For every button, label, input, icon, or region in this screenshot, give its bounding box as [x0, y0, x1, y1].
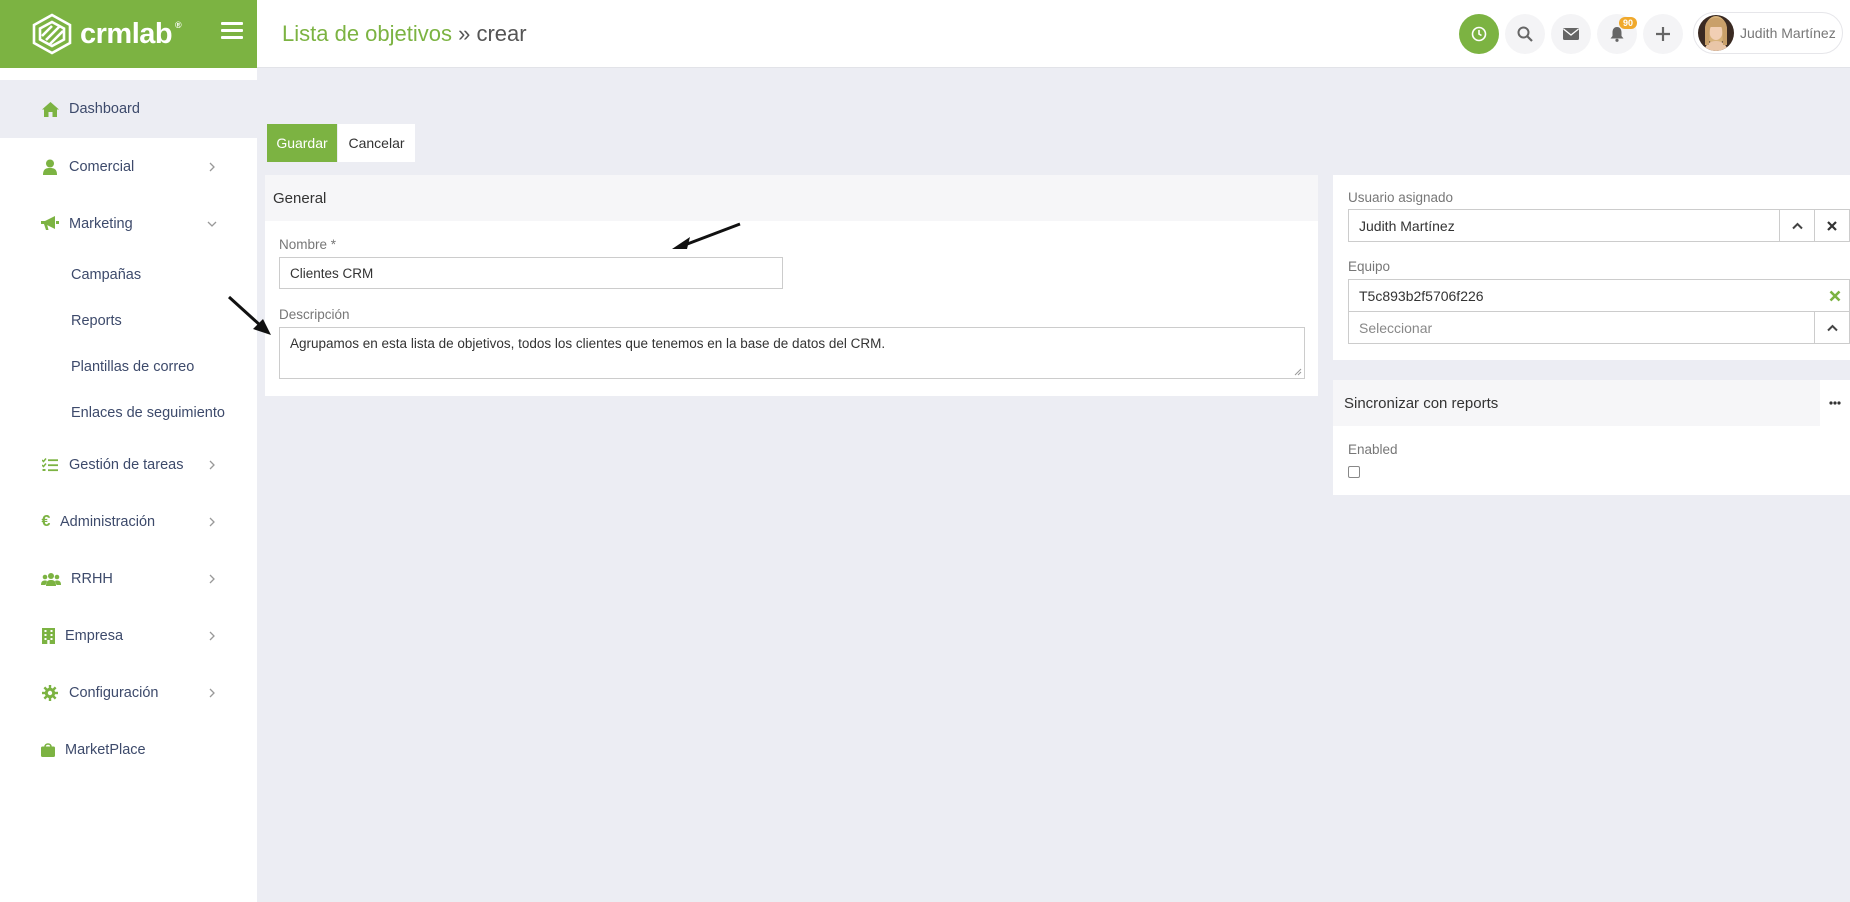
sidebar-item-rrhh[interactable]: RRHH	[0, 550, 257, 607]
mail-icon	[1563, 28, 1579, 40]
sidebar-item-label: RRHH	[71, 570, 113, 587]
resize-grip-icon[interactable]	[1294, 368, 1302, 376]
enabled-label: Enabled	[1348, 442, 1398, 457]
sidebar-item-label: Dashboard	[69, 101, 140, 117]
mail-button[interactable]	[1551, 14, 1591, 54]
add-button[interactable]	[1643, 14, 1683, 54]
sidebar-subitem-enlaces[interactable]: Enlaces de seguimiento	[0, 390, 257, 436]
sidebar-subitem-reports[interactable]: Reports	[0, 298, 257, 344]
general-panel: General Nombre * Clientes CRM Descripció…	[265, 175, 1318, 396]
sidebar-item-empresa[interactable]: Empresa	[0, 607, 257, 664]
close-icon	[1827, 220, 1837, 231]
sidebar-item-comercial[interactable]: Comercial	[0, 138, 257, 195]
menu-toggle-icon[interactable]	[221, 22, 243, 40]
description-label: Descripción	[279, 307, 350, 322]
assigned-user-clear-button[interactable]	[1814, 210, 1849, 241]
assigned-user-label: Usuario asignado	[1348, 190, 1454, 205]
chevron-right-icon	[209, 574, 215, 583]
sidebar-item-label: Configuración	[69, 684, 159, 701]
sidebar-item-gestion-tareas[interactable]: Gestión de tareas	[0, 436, 257, 493]
description-text: Agrupamos en esta lista de objetivos, to…	[290, 336, 886, 351]
assigned-user-select[interactable]: Judith Martínez	[1348, 209, 1850, 242]
team-placeholder: Seleccionar	[1359, 319, 1433, 336]
sidebar-item-dashboard[interactable]: Dashboard	[0, 80, 257, 138]
avatar	[1698, 15, 1734, 51]
team-label: Equipo	[1348, 259, 1391, 274]
team-expand-button[interactable]	[1814, 312, 1849, 343]
team-tag: T5c893b2f5706f226	[1348, 279, 1850, 312]
sidebar-item-label: Administración	[60, 513, 156, 530]
brand-name: crmlab ®	[80, 17, 182, 50]
user-menu[interactable]: Judith Martínez	[1693, 12, 1843, 54]
user-name: Judith Martínez	[1740, 25, 1836, 41]
page-title: Lista de objetivos » crear	[282, 21, 527, 47]
description-textarea[interactable]: Agrupamos en esta lista de objetivos, to…	[279, 327, 1305, 379]
name-label: Nombre *	[279, 237, 337, 252]
team-select[interactable]: Seleccionar	[1348, 311, 1850, 344]
top-header: Lista de objetivos » crear 90 Judith Mar…	[257, 0, 1850, 68]
sync-panel: Sincronizar con reports Enabled	[1333, 380, 1850, 495]
chevron-right-icon	[209, 162, 215, 171]
general-heading: General	[265, 175, 1318, 221]
sidebar-item-configuracion[interactable]: Configuración	[0, 664, 257, 721]
megaphone-icon	[41, 215, 59, 233]
chevron-right-icon	[209, 460, 215, 469]
chevron-right-icon	[209, 517, 215, 526]
user-icon	[41, 158, 59, 176]
assignment-panel: Usuario asignado Judith Martínez Equipo …	[1333, 175, 1850, 360]
notifications-button[interactable]: 90	[1597, 14, 1638, 54]
breadcrumb-link[interactable]: Lista de objetivos	[282, 21, 452, 46]
clock-button[interactable]	[1459, 14, 1499, 54]
enabled-checkbox[interactable]	[1348, 466, 1360, 478]
sidebar-item-label: Marketing	[69, 215, 133, 232]
clock-icon	[1471, 26, 1487, 42]
chevron-up-icon	[1791, 222, 1803, 229]
chevron-right-icon	[209, 688, 215, 697]
team-value: T5c893b2f5706f226	[1359, 288, 1484, 304]
sidebar-item-marketing[interactable]: Marketing	[0, 195, 257, 252]
save-button[interactable]: Guardar	[267, 124, 337, 162]
tasks-icon	[41, 456, 59, 474]
sync-heading: Sincronizar con reports	[1333, 380, 1850, 426]
breadcrumb-current: » crear	[452, 21, 527, 46]
chevron-right-icon	[209, 631, 215, 640]
annotation-arrow-icon	[227, 295, 271, 335]
search-icon	[1517, 26, 1533, 42]
sidebar-item-label: Gestión de tareas	[69, 456, 184, 473]
users-icon	[41, 570, 61, 588]
building-icon	[41, 627, 55, 645]
search-button[interactable]	[1505, 14, 1545, 54]
logo-bar: crmlab ®	[0, 0, 257, 68]
cancel-button[interactable]: Cancelar	[338, 124, 415, 162]
notifications-badge: 90	[1619, 17, 1638, 29]
sidebar-item-label: MarketPlace	[65, 741, 146, 758]
euro-icon: €	[41, 512, 51, 530]
crmlab-logo-icon	[32, 13, 72, 55]
more-options-button[interactable]	[1820, 380, 1850, 426]
plus-icon	[1656, 27, 1670, 41]
ellipsis-icon	[1829, 401, 1841, 405]
team-remove-icon[interactable]	[1829, 289, 1841, 305]
sidebar-item-marketplace[interactable]: MarketPlace	[0, 721, 257, 778]
bag-icon	[41, 741, 55, 759]
sidebar-item-administracion[interactable]: € Administración	[0, 493, 257, 550]
sidebar-item-label: Comercial	[69, 158, 135, 175]
annotation-arrow-icon	[672, 222, 741, 249]
assigned-user-expand-button[interactable]	[1779, 210, 1814, 241]
name-input[interactable]: Clientes CRM	[279, 257, 783, 289]
assigned-user-value: Judith Martínez	[1359, 217, 1455, 234]
sidebar: Dashboard Comercial Marketing Campañas R…	[0, 68, 257, 902]
sidebar-item-label: Empresa	[65, 627, 124, 644]
home-icon	[41, 100, 59, 118]
sidebar-subitem-campanas[interactable]: Campañas	[0, 252, 257, 298]
sidebar-subitem-plantillas[interactable]: Plantillas de correo	[0, 344, 257, 390]
chevron-down-icon	[207, 221, 217, 227]
chevron-up-icon	[1826, 324, 1838, 331]
gear-icon	[41, 684, 59, 702]
